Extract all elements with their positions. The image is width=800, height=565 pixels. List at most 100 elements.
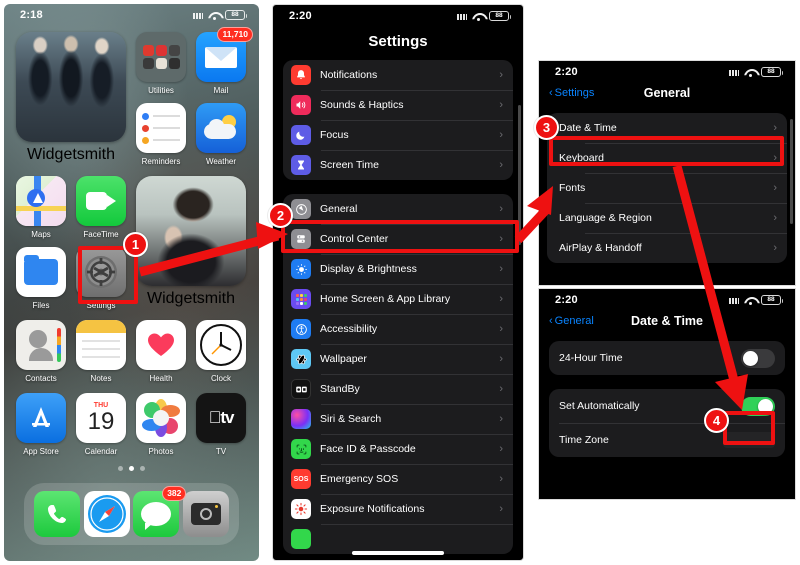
chevron-right-icon: ›	[499, 503, 503, 515]
cellular-icon	[729, 296, 739, 304]
settings-row-standby[interactable]: StandBy ›	[283, 374, 513, 404]
general-settings-panel: 2:20 88 ‹ Settings General Date & Time ›	[538, 60, 796, 286]
page-dot[interactable]	[118, 466, 123, 471]
chevron-right-icon: ›	[499, 129, 503, 141]
sounds-speaker-icon	[291, 95, 311, 115]
app-photos[interactable]: Photos	[136, 393, 186, 456]
app-weather[interactable]: Weather	[196, 103, 246, 166]
cellular-icon	[457, 12, 467, 20]
page-title: General	[643, 86, 691, 100]
calendar-icon: THU 19	[76, 393, 126, 443]
app-label: Clock	[210, 374, 231, 383]
page-dot[interactable]	[140, 466, 145, 471]
health-heart-icon	[136, 320, 186, 370]
app-health[interactable]: Health	[136, 320, 186, 383]
row-24-hour-time[interactable]: 24-Hour Time	[549, 341, 785, 375]
app-calendar[interactable]: THU 19 Calendar	[76, 393, 126, 456]
tutorial-screenshot: 2:18 88 Widgetsmith Utilities 11,710 Mai…	[0, 0, 800, 565]
settings-row-partial[interactable]	[283, 524, 513, 554]
app-reminders[interactable]: Reminders	[136, 103, 186, 166]
settings-row-focus[interactable]: Focus ›	[283, 120, 513, 150]
row-label: 24-Hour Time	[559, 352, 623, 364]
settings-row-label: Siri & Search	[320, 413, 382, 425]
app-clock[interactable]: Clock	[196, 320, 246, 383]
safari-compass-icon	[83, 491, 130, 537]
app-label: Weather	[205, 157, 237, 166]
home-indicator-bar	[352, 551, 444, 555]
page-title: Settings	[368, 33, 428, 50]
app-tv[interactable]: tv TV	[196, 393, 246, 456]
app-appstore[interactable]: App Store	[16, 393, 66, 456]
dock-app-phone[interactable]	[33, 491, 80, 537]
settings-row-label: Focus	[320, 129, 349, 141]
chevron-right-icon: ›	[773, 212, 777, 224]
home-screen-icon	[291, 289, 311, 309]
settings-row-screen-time[interactable]: Screen Time ›	[283, 150, 513, 180]
notifications-bell-icon	[291, 65, 311, 85]
settings-row-emergency-sos[interactable]: SOS Emergency SOS ›	[283, 464, 513, 494]
facetime-icon	[76, 176, 126, 226]
photos-icon	[136, 393, 186, 443]
wallpaper-icon	[291, 349, 311, 369]
chevron-right-icon: ›	[499, 263, 503, 275]
general-row-label: Language & Region	[559, 212, 652, 224]
chevron-right-icon: ›	[499, 293, 503, 305]
wifi-icon	[208, 11, 220, 20]
settings-status-bar: 2:20 88	[273, 5, 523, 27]
files-icon	[16, 247, 66, 297]
app-label: FaceTime	[83, 230, 119, 239]
app-label: Maps	[31, 230, 51, 239]
app-mail[interactable]: 11,710 Mail	[196, 27, 253, 95]
status-time: 2:18	[20, 9, 43, 21]
chevron-right-icon: ›	[499, 383, 503, 395]
app-label: App Store	[23, 447, 59, 456]
scrollbar[interactable]	[790, 119, 793, 224]
settings-row-exposure-notifications[interactable]: Exposure Notifications ›	[283, 494, 513, 524]
app-label: Contacts	[25, 374, 57, 383]
app-label: TV	[215, 447, 227, 456]
battery-icon: 88	[761, 67, 783, 77]
clock-icon	[196, 320, 246, 370]
app-notes[interactable]: Notes	[76, 320, 126, 383]
status-time: 2:20	[555, 66, 578, 78]
page-indicator-dots[interactable]	[16, 466, 247, 471]
app-label: Photos	[148, 447, 174, 456]
app-utilities[interactable]: Utilities	[136, 32, 186, 95]
mail-badge: 11,710	[217, 27, 253, 42]
settings-row-siri-search[interactable]: Siri & Search ›	[283, 404, 513, 434]
app-facetime[interactable]: FaceTime	[76, 176, 126, 239]
home-status-bar: 2:18 88	[4, 4, 259, 26]
app-files[interactable]: Files	[16, 247, 66, 310]
general-row-label: Date & Time	[559, 122, 617, 134]
dock-app-camera[interactable]	[183, 491, 230, 537]
cellular-icon	[193, 11, 203, 19]
battery-icon: 88	[489, 11, 511, 21]
highlight-general-row	[281, 220, 519, 253]
general-row-fonts[interactable]: Fonts ›	[547, 173, 787, 203]
reminders-icon	[136, 103, 186, 153]
settings-row-accessibility[interactable]: Accessibility ›	[283, 314, 513, 344]
page-dot-active[interactable]	[129, 466, 134, 471]
widget-widgetsmith-2[interactable]: Widgetsmith	[136, 176, 246, 308]
general-row-language-region[interactable]: Language & Region ›	[547, 203, 787, 233]
settings-row-wallpaper[interactable]: Wallpaper ›	[283, 344, 513, 374]
wifi-icon	[744, 68, 756, 77]
app-contacts[interactable]: Contacts	[16, 320, 66, 383]
general-row-label: AirPlay & Handoff	[559, 242, 642, 254]
dock-app-messages[interactable]: 382	[133, 486, 187, 537]
widget-widgetsmith-1[interactable]: Widgetsmith	[16, 32, 126, 164]
standby-icon	[291, 379, 311, 399]
dock-app-safari[interactable]	[83, 491, 130, 537]
step-badge-3: 3	[534, 115, 559, 140]
settings-row-faceid-passcode[interactable]: Face ID & Passcode ›	[283, 434, 513, 464]
24-hour-time-toggle[interactable]	[741, 348, 775, 368]
app-maps[interactable]: Maps	[16, 176, 66, 239]
settings-row-sounds-haptics[interactable]: Sounds & Haptics ›	[283, 90, 513, 120]
settings-row-notifications[interactable]: Notifications ›	[283, 60, 513, 90]
settings-row-home-screen[interactable]: Home Screen & App Library ›	[283, 284, 513, 314]
settings-group-1: Notifications › Sounds & Haptics › Focus…	[283, 60, 513, 180]
settings-row-display-brightness[interactable]: Display & Brightness ›	[283, 254, 513, 284]
general-row-airplay-handoff[interactable]: AirPlay & Handoff ›	[547, 233, 787, 263]
settings-row-label: Accessibility	[320, 323, 378, 335]
app-label: Files	[32, 301, 50, 310]
